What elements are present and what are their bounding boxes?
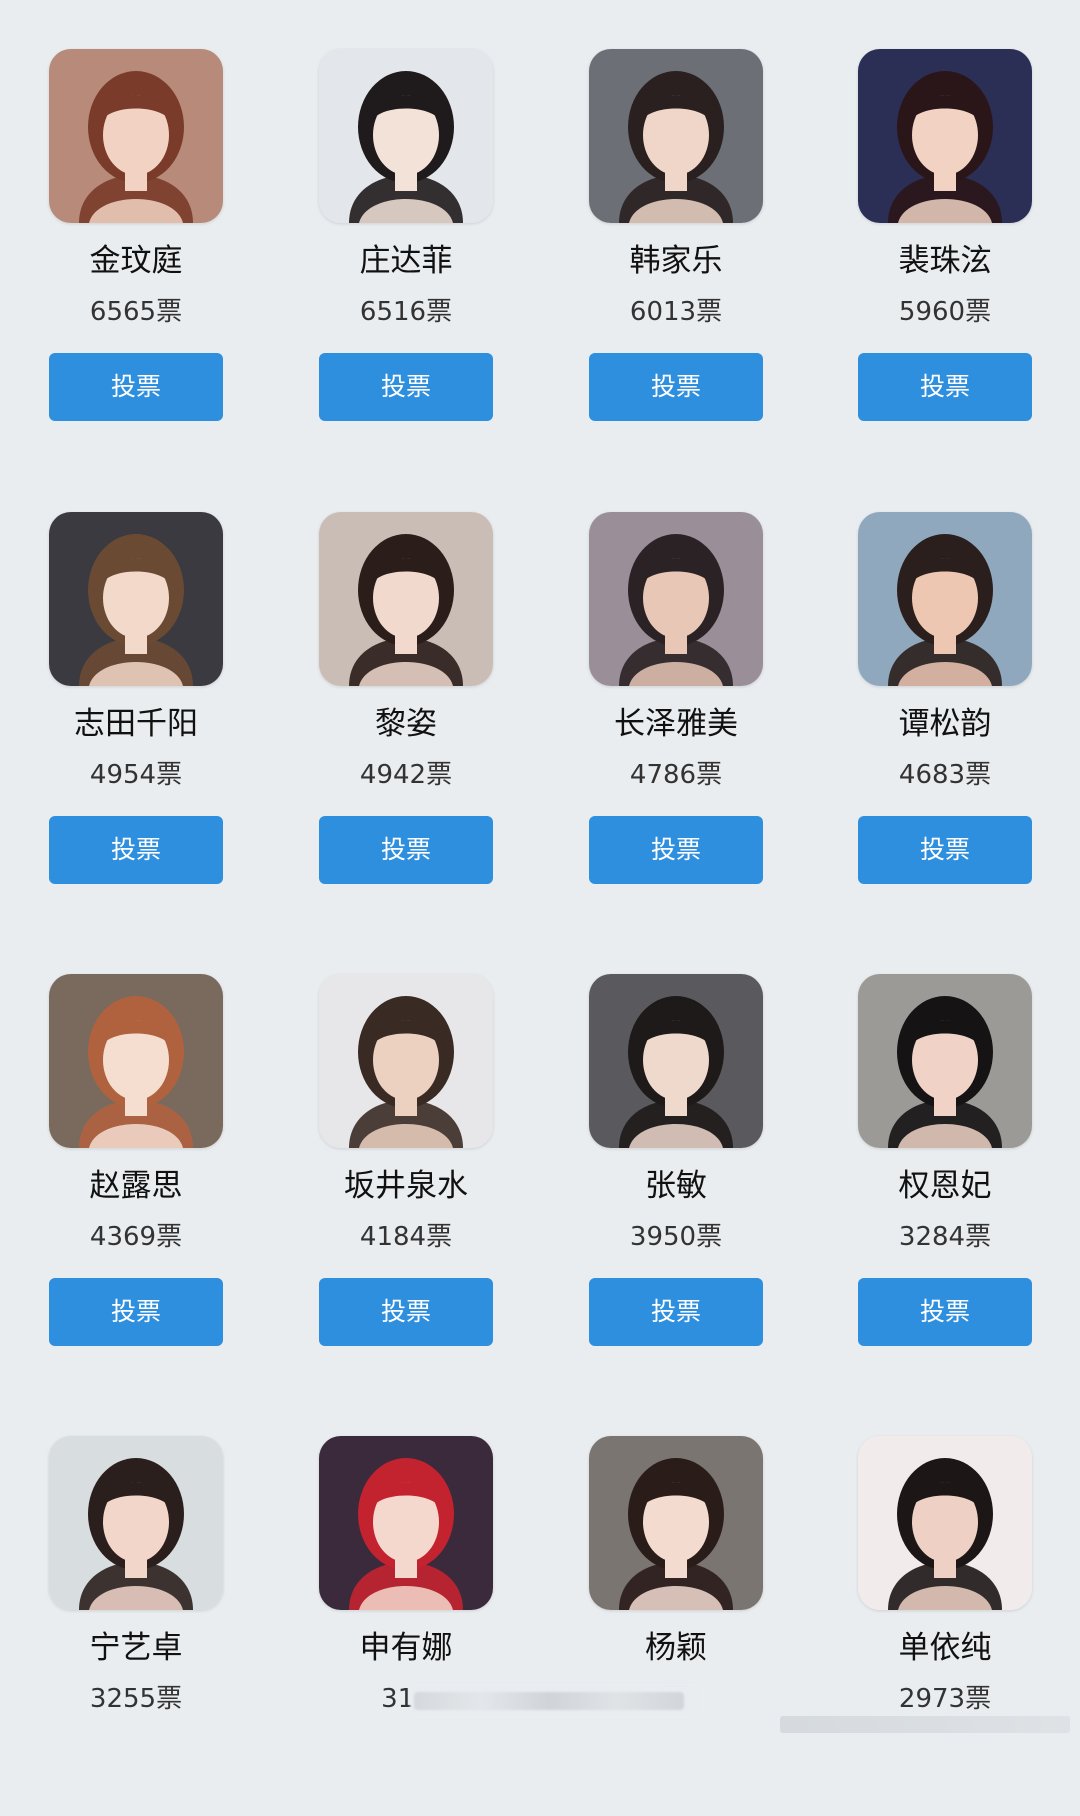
candidate-name: 权恩妃 <box>898 1168 992 1204</box>
candidate-card: 长泽雅美 4786票投票 <box>589 512 763 892</box>
candidate-name: 金玟庭 <box>89 243 183 279</box>
candidate-avatar <box>319 974 493 1148</box>
candidate-avatar <box>49 1436 223 1610</box>
candidate-card: 黎姿 4942票投票 <box>319 512 493 892</box>
candidate-avatar <box>589 1436 763 1610</box>
candidate-card: 权恩妃 3284票投票 <box>858 974 1032 1354</box>
candidate-name: 韩家乐 <box>629 243 723 279</box>
vote-button[interactable]: 投票 <box>319 816 493 884</box>
vote-count: 3284票 <box>898 1222 992 1252</box>
vote-count: 4683票 <box>898 760 992 790</box>
candidate-card: 申有娜 314 <box>319 1436 493 1816</box>
candidate-card: 坂井泉水 4184票投票 <box>319 974 493 1354</box>
vote-button[interactable]: 投票 <box>589 1278 763 1346</box>
vote-count: 5960票 <box>898 297 992 327</box>
vote-button[interactable]: 投票 <box>858 353 1032 421</box>
candidate-name: 申有娜 <box>359 1630 453 1666</box>
candidate-avatar <box>49 512 223 686</box>
vote-count: 3950票 <box>629 1222 723 1252</box>
candidate-name: 赵露思 <box>89 1168 183 1204</box>
vote-button[interactable]: 投票 <box>49 1278 223 1346</box>
watermark <box>780 1716 1070 1733</box>
candidate-name: 宁艺卓 <box>89 1630 183 1666</box>
candidate-avatar <box>319 49 493 223</box>
candidate-card: 韩家乐 6013票投票 <box>589 49 763 429</box>
candidate-name: 庄达菲 <box>359 243 453 279</box>
candidate-avatar <box>589 512 763 686</box>
vote-count: 4369票 <box>89 1222 183 1252</box>
vote-button[interactable]: 投票 <box>589 353 763 421</box>
blurred-overlay <box>410 1684 695 1718</box>
candidate-grid: 金玟庭 6565票投票 庄达菲 6516票投票 韩家乐 6013票投票 裴珠泫 5960票投票… <box>0 0 1080 1733</box>
candidate-name: 长泽雅美 <box>614 706 738 742</box>
vote-button[interactable]: 投票 <box>49 353 223 421</box>
vote-count: 6516票 <box>359 297 453 327</box>
candidate-card: 单依纯 2973票 <box>858 1436 1032 1816</box>
vote-count: 2973票 <box>898 1684 992 1714</box>
candidate-avatar <box>858 512 1032 686</box>
candidate-avatar <box>858 1436 1032 1610</box>
candidate-card: 金玟庭 6565票投票 <box>49 49 223 429</box>
candidate-name: 志田千阳 <box>74 706 198 742</box>
vote-count: 4184票 <box>359 1222 453 1252</box>
candidate-avatar <box>319 512 493 686</box>
vote-count: 3255票 <box>89 1684 183 1714</box>
candidate-card: 张敏 3950票投票 <box>589 974 763 1354</box>
vote-count: 4786票 <box>629 760 723 790</box>
candidate-avatar <box>49 49 223 223</box>
candidate-avatar <box>589 974 763 1148</box>
vote-button[interactable]: 投票 <box>319 353 493 421</box>
candidate-name: 单依纯 <box>898 1630 992 1666</box>
candidate-name: 坂井泉水 <box>344 1168 468 1204</box>
vote-button[interactable]: 投票 <box>319 1278 493 1346</box>
candidate-card: 赵露思 4369票投票 <box>49 974 223 1354</box>
vote-button[interactable]: 投票 <box>858 816 1032 884</box>
candidate-name: 黎姿 <box>375 706 437 742</box>
candidate-avatar <box>858 49 1032 223</box>
candidate-card: 志田千阳 4954票投票 <box>49 512 223 892</box>
vote-count: 4954票 <box>89 760 183 790</box>
candidate-card: 杨颖票 <box>589 1436 763 1816</box>
candidate-avatar <box>589 49 763 223</box>
vote-count: 6565票 <box>89 297 183 327</box>
vote-button[interactable]: 投票 <box>858 1278 1032 1346</box>
candidate-card: 谭松韵 4683票投票 <box>858 512 1032 892</box>
candidate-card: 裴珠泫 5960票投票 <box>858 49 1032 429</box>
vote-count: 4942票 <box>359 760 453 790</box>
candidate-avatar <box>49 974 223 1148</box>
candidate-name: 裴珠泫 <box>898 243 992 279</box>
candidate-avatar <box>858 974 1032 1148</box>
vote-button[interactable]: 投票 <box>49 816 223 884</box>
vote-count: 6013票 <box>629 297 723 327</box>
vote-button[interactable]: 投票 <box>589 816 763 884</box>
candidate-name: 张敏 <box>645 1168 707 1204</box>
candidate-avatar <box>319 1436 493 1610</box>
candidate-card: 庄达菲 6516票投票 <box>319 49 493 429</box>
candidate-name: 杨颖 <box>645 1630 707 1666</box>
candidate-card: 宁艺卓 3255票 <box>49 1436 223 1816</box>
candidate-name: 谭松韵 <box>898 706 992 742</box>
